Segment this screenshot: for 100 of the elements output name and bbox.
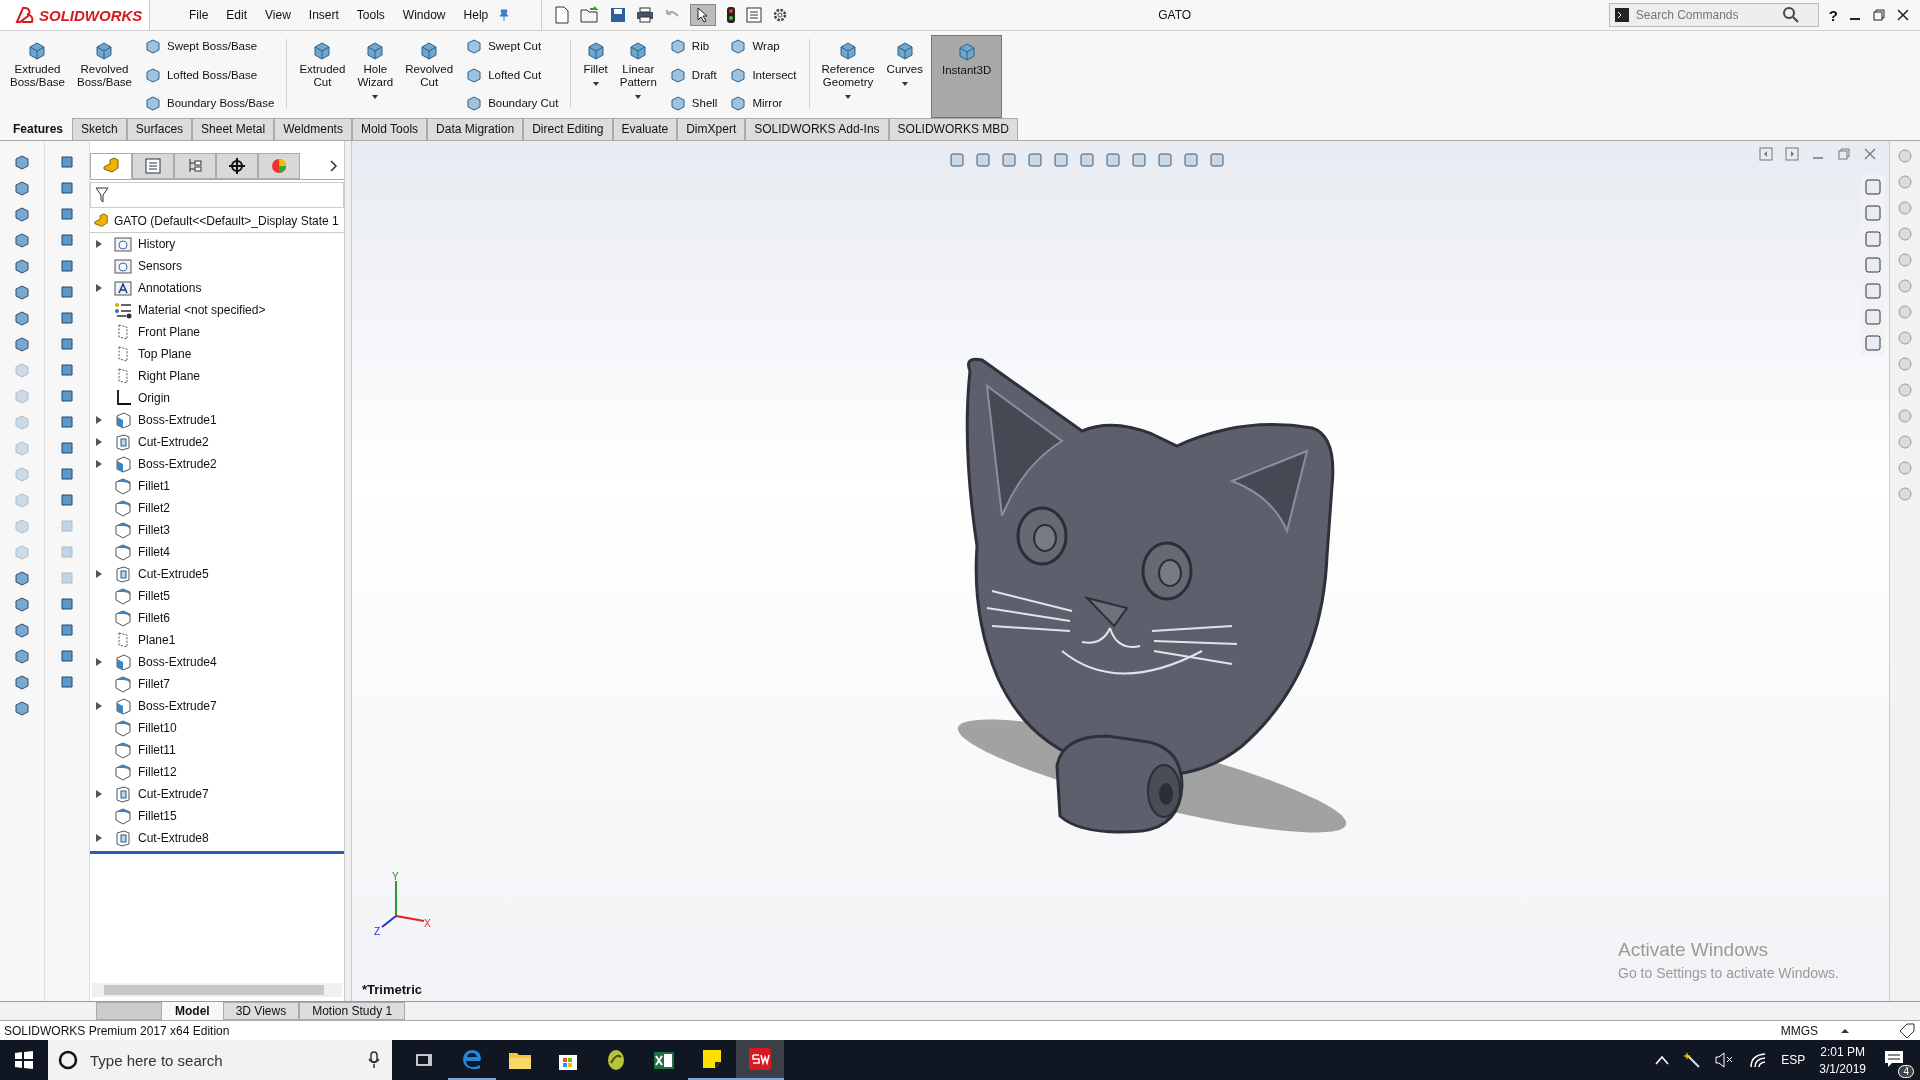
menu-item[interactable]: File	[180, 8, 218, 22]
panel-tab[interactable]	[216, 153, 258, 179]
ribbon-tab[interactable]: Sketch	[72, 118, 127, 140]
expand-arrow-icon[interactable]	[96, 240, 102, 248]
file-properties-icon[interactable]	[746, 7, 763, 23]
part-name[interactable]: GATO (Default<<Default>_Display State 1	[114, 214, 339, 228]
ribbon-button[interactable]: Curves	[882, 35, 927, 118]
ribbon-tab[interactable]: Sheet Metal	[192, 118, 275, 140]
tile-right-icon[interactable]	[1785, 147, 1799, 161]
restore-icon[interactable]	[1872, 8, 1886, 22]
ribbon-tab[interactable]: Surfaces	[126, 118, 193, 140]
ribbon-button[interactable]: Wrap	[729, 37, 797, 55]
browser-e-icon[interactable]	[460, 1047, 484, 1071]
magic-wand-icon[interactable]	[1683, 1051, 1702, 1069]
clock-date[interactable]: 3/1/2019	[1819, 1061, 1866, 1076]
ribbon-tab[interactable]: DimXpert	[677, 118, 746, 140]
ribbon-button[interactable]: Hole Wizard	[353, 35, 398, 118]
tag-icon[interactable]	[1898, 1022, 1916, 1039]
tree-item[interactable]: Boss-Extrude2	[138, 457, 217, 471]
tree-item[interactable]: Fillet3	[138, 523, 170, 537]
ribbon-button[interactable]: Draft	[668, 65, 718, 84]
ribbon-tab[interactable]: SOLIDWORKS Add-Ins	[745, 118, 889, 140]
chevron-up-icon[interactable]	[1655, 1055, 1670, 1065]
caret-up-icon[interactable]	[1840, 1027, 1850, 1034]
bottom-tab[interactable]: 3D Views	[222, 1002, 300, 1020]
tree-item[interactable]: Material <not specified>	[138, 303, 266, 317]
menu-item[interactable]: Window	[393, 8, 455, 22]
ribbon-tab[interactable]: Weldments	[274, 118, 352, 140]
settings-icon[interactable]	[772, 7, 789, 23]
tree-item[interactable]: Plane1	[138, 633, 176, 647]
tree-item[interactable]: Cut-Extrude5	[138, 567, 209, 581]
ribbon-button[interactable]: Boundary Cut	[465, 94, 559, 112]
tree-item[interactable]: Cut-Extrude2	[138, 435, 209, 449]
expand-arrow-icon[interactable]	[96, 284, 102, 292]
expand-arrow-icon[interactable]	[96, 570, 102, 578]
ribbon-button[interactable]: Swept Cut	[465, 37, 559, 55]
windows-start-icon[interactable]	[14, 1050, 34, 1070]
tree-item[interactable]: Fillet5	[138, 589, 170, 603]
ribbon-button[interactable]: Boundary Boss/Base	[143, 94, 275, 112]
search-box[interactable]: Search Commands	[1608, 3, 1819, 27]
tree-item[interactable]: Annotations	[138, 281, 202, 295]
tree-item[interactable]: Cut-Extrude7	[138, 787, 209, 801]
tree-item[interactable]: Fillet15	[138, 809, 177, 823]
tree-item[interactable]: Boss-Extrude1	[138, 413, 217, 427]
clock-time[interactable]: 2:01 PM	[1820, 1044, 1865, 1059]
menu-item[interactable]: Help	[454, 8, 498, 22]
traffic-light-icon[interactable]	[726, 6, 737, 24]
ribbon-button[interactable]: Revolved Cut	[401, 35, 458, 118]
bottom-tab[interactable]: Model	[162, 1002, 223, 1020]
menu-item[interactable]: Edit	[217, 8, 257, 22]
tree-item[interactable]: Boss-Extrude7	[138, 699, 217, 713]
ribbon-button[interactable]: Intersect	[729, 65, 797, 84]
ribbon-button[interactable]: Lofted Boss/Base	[143, 65, 275, 84]
expand-arrow-icon[interactable]	[96, 790, 102, 798]
menu-item[interactable]: Insert	[299, 8, 348, 22]
tree-item[interactable]: Front Plane	[138, 325, 201, 339]
tree-item[interactable]: Fillet2	[138, 501, 170, 515]
horizontal-scrollbar[interactable]	[92, 983, 342, 997]
ribbon-tab[interactable]: SOLIDWORKS MBD	[888, 118, 1018, 140]
ribbon-tab[interactable]: Direct Editing	[523, 118, 613, 140]
tree-item[interactable]: Fillet7	[138, 677, 170, 691]
ribbon-tab[interactable]: Data Migration	[427, 118, 524, 140]
chevron-right-icon[interactable]	[330, 160, 338, 172]
open-folder-icon[interactable]	[580, 6, 601, 24]
ribbon-button[interactable]: Lofted Cut	[465, 65, 559, 84]
tree-item[interactable]: Origin	[138, 391, 170, 405]
spreadsheet-app-icon[interactable]	[653, 1049, 675, 1071]
ribbon-button[interactable]: Extruded Boss/Base	[6, 35, 69, 118]
swirl-app-icon[interactable]	[605, 1049, 627, 1071]
expand-arrow-icon[interactable]	[96, 702, 102, 710]
wifi-icon[interactable]	[1749, 1052, 1768, 1068]
tree-item[interactable]: Fillet11	[138, 743, 176, 757]
printer-icon[interactable]	[636, 7, 655, 23]
tree-item[interactable]: History	[138, 237, 176, 251]
filter-field[interactable]	[90, 182, 344, 208]
ribbon-tab[interactable]: Evaluate	[612, 118, 678, 140]
graphics-area[interactable]: Y X Z *Trimetric Activate Windows Go to Settings to activate Windows.	[352, 141, 1889, 1001]
close-icon[interactable]	[1896, 8, 1910, 22]
tree-item[interactable]: Fillet4	[138, 545, 170, 559]
ribbon-tab[interactable]: Mold Tools	[351, 118, 428, 140]
taskbar-search-box[interactable]: Type here to search	[48, 1040, 392, 1080]
ribbon-button[interactable]: Revolved Boss/Base	[73, 35, 136, 118]
ribbon-button[interactable]: Swept Boss/Base	[143, 37, 275, 55]
help-button[interactable]: ?	[1828, 6, 1838, 24]
taskbar-app-button[interactable]	[736, 1040, 784, 1080]
tree-item[interactable]: Sensors	[138, 259, 183, 273]
menu-item[interactable]: Tools	[347, 8, 394, 22]
tree-item[interactable]: Fillet1	[138, 479, 170, 493]
bottom-tab[interactable]: Motion Study 1	[299, 1002, 406, 1020]
tree-item[interactable]: Cut-Extrude8	[138, 831, 209, 845]
tree-item[interactable]: Boss-Extrude4	[138, 655, 217, 669]
input-language-indicator[interactable]: ESP	[1781, 1053, 1806, 1067]
expand-arrow-icon[interactable]	[96, 834, 102, 842]
ribbon-button[interactable]: Mirror	[729, 94, 797, 112]
ribbon-button[interactable]: Reference Geometry	[817, 35, 879, 118]
unit-system-selector[interactable]: MMGS	[1780, 1023, 1818, 1038]
expand-arrow-icon[interactable]	[96, 416, 102, 424]
expand-arrow-icon[interactable]	[96, 658, 102, 666]
tile-left-icon[interactable]	[1759, 147, 1773, 161]
ribbon-button[interactable]: Instant3D	[931, 35, 1003, 118]
